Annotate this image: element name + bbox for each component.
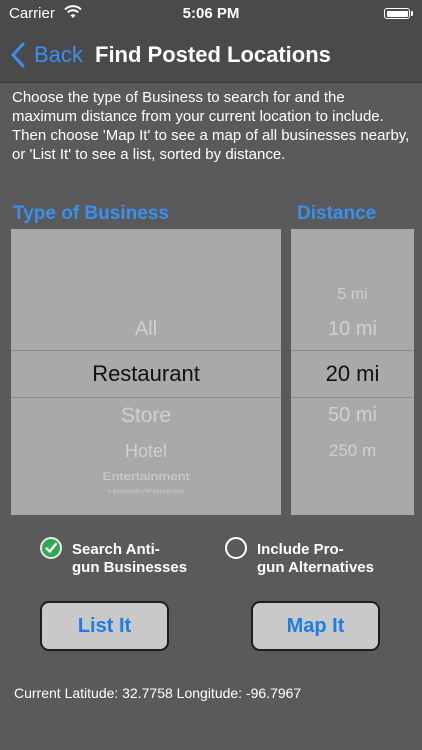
include-pro-gun-checkbox[interactable]: Include Pro- gun Alternatives — [225, 537, 374, 577]
picker-option[interactable]: Hotel — [11, 441, 281, 462]
empty-circle-icon — [225, 537, 247, 559]
current-location-text: Current Latitude: 32.7758 Longitude: -96… — [14, 685, 302, 701]
picker-option[interactable]: Store — [11, 404, 281, 428]
checkmark-icon — [40, 537, 62, 559]
page-title: Find Posted Locations — [95, 42, 331, 67]
search-anti-gun-checkbox[interactable]: Search Anti- gun Businesses — [40, 537, 187, 577]
include-pro-gun-label: Include Pro- gun Alternatives — [257, 541, 374, 576]
search-anti-gun-label: Search Anti- gun Businesses — [72, 541, 188, 576]
business-type-header: Type of Business — [13, 203, 169, 224]
back-label: Back — [34, 42, 83, 67]
picker-option[interactable]: 10 mi — [291, 318, 414, 341]
back-button[interactable]: Back — [10, 40, 83, 70]
picker-option[interactable]: 250 m — [291, 441, 414, 461]
distance-picker[interactable]: 5 mi 10 mi 20 mi 50 mi 250 m — [291, 229, 414, 515]
picker-option[interactable]: 5 mi — [291, 286, 414, 304]
business-type-picker[interactable]: All Restaurant Store Hotel Entertainment… — [11, 229, 281, 515]
picker-option[interactable]: 50 mi — [291, 404, 414, 427]
distance-header: Distance — [297, 203, 377, 224]
status-bar: Carrier 5:06 PM — [0, 0, 422, 28]
map-it-button[interactable]: Map It — [251, 601, 380, 651]
instructions-text: Choose the type of Business to search fo… — [12, 89, 410, 163]
list-it-button[interactable]: List It — [40, 601, 169, 651]
picker-option[interactable]: Entertainment — [11, 470, 281, 483]
chevron-left-icon — [11, 42, 25, 68]
picker-option[interactable]: Health/Fitness — [11, 488, 281, 494]
picker-option-selected[interactable]: Restaurant — [11, 361, 281, 387]
clock-time: 5:06 PM — [182, 5, 240, 22]
picker-option[interactable]: All — [11, 318, 281, 341]
picker-option-selected[interactable]: 20 mi — [291, 361, 414, 387]
navigation-bar: Back Find Posted Locations — [0, 28, 422, 83]
battery-icon — [384, 8, 413, 19]
